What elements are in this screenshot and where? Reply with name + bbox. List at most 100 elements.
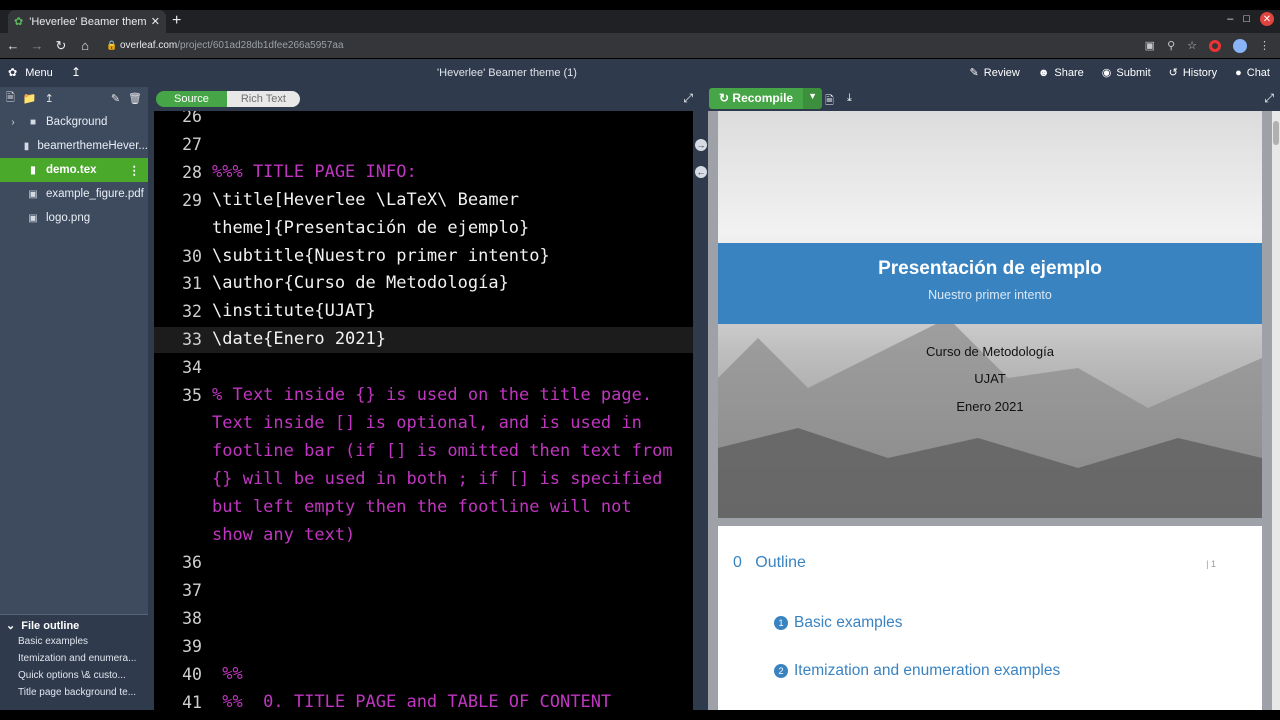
restore-icon[interactable]: □	[1243, 13, 1250, 25]
rename-icon[interactable]: ✎	[111, 92, 120, 105]
code-line[interactable]: \title[Heverlee \LaTeX\ Beamer	[212, 190, 519, 210]
file-label: logo.png	[46, 212, 91, 224]
new-file-icon[interactable]: 🗎	[6, 89, 15, 108]
browser-tab[interactable]: ✿ 'Heverlee' Beamer theme ✕	[8, 10, 166, 33]
new-tab-button[interactable]: +	[172, 12, 181, 30]
file-label: beamerthemeHever...	[37, 140, 148, 152]
overleaf-toolbar: ✿ Menu ↥ 'Heverlee' Beamer theme (1) ✎ Re…	[0, 59, 1280, 87]
file-tree-item-logo[interactable]: ▣ logo.png	[0, 206, 148, 230]
close-tab-icon[interactable]: ✕	[151, 15, 160, 28]
code-line[interactable]: %% 0. TITLE PAGE and TABLE OF CONTENT	[212, 692, 611, 710]
title-banner: Presentación de ejemplo Nuestro primer i…	[718, 243, 1262, 324]
code-line[interactable]: %%% TITLE PAGE INFO:	[212, 162, 417, 182]
line-number: 37	[182, 581, 202, 601]
bookmark-star-icon[interactable]: ☆	[1187, 39, 1197, 52]
overleaf-favicon-icon: ✿	[14, 16, 24, 28]
folder-icon: ■	[29, 116, 37, 128]
expand-pdf-icon[interactable]: ⤢	[1264, 91, 1274, 106]
chat-label: Chat	[1246, 66, 1270, 79]
recompile-options-icon[interactable]: ▼	[803, 88, 823, 109]
chevron-right-icon[interactable]: ›	[6, 117, 20, 128]
item-label: Basic examples	[794, 614, 903, 631]
source-mode-button[interactable]: Source	[156, 91, 227, 107]
code-line[interactable]: show any text)	[212, 525, 355, 545]
slide-author: Curso de Metodología	[926, 344, 1054, 359]
code-line[interactable]: \institute{UJAT}	[212, 301, 376, 321]
file-outline-header[interactable]: ⌄ File outline	[0, 614, 148, 636]
line-number: 30	[182, 246, 202, 266]
slide-date: Enero 2021	[956, 399, 1024, 414]
pdf-toolbar: ↻ Recompile ▼ 🗎 ⤓ ⤢	[705, 87, 1280, 111]
chat-icon: ●	[1235, 66, 1242, 79]
file-tree-item-example-figure[interactable]: ▣ example_figure.pdf	[0, 182, 148, 206]
url-field[interactable]: 🔒 overleaf.com/project/601ad28db1dfee266…	[106, 40, 1145, 51]
upload-icon[interactable]: ↥	[45, 92, 54, 105]
globe-icon: ◉	[1101, 67, 1112, 79]
review-button[interactable]: ✎ Review	[970, 66, 1020, 80]
chat-button[interactable]: ● Chat	[1235, 66, 1270, 79]
image-icon: ▣	[28, 212, 38, 224]
pane-splitter[interactable]: → ←	[693, 111, 708, 710]
zoom-icon[interactable]: ⚲	[1167, 39, 1175, 52]
file-tree-panel: 🗎 📁 ↥ ✎ 🗑 › ■ Background ▮ beamerthemeHever…	[0, 87, 148, 710]
line-number: 38	[182, 609, 202, 629]
forward-icon[interactable]: →	[26, 38, 48, 53]
file-label: Background	[46, 116, 108, 128]
home-icon[interactable]: ⌂	[74, 38, 96, 53]
arrow-right-icon[interactable]: →	[695, 139, 707, 151]
code-line[interactable]: Text inside [] is optional, and is used …	[212, 413, 642, 433]
file-label: example_figure.pdf	[46, 188, 144, 200]
window-close-icon[interactable]: ✕	[1260, 12, 1274, 26]
page-number-value: 1	[1210, 559, 1216, 569]
share-button[interactable]: ☻ Share	[1038, 66, 1084, 79]
delete-icon[interactable]: 🗑	[128, 92, 142, 105]
recompile-label: Recompile	[732, 91, 794, 105]
file-menu-icon[interactable]: ⋮	[129, 163, 141, 177]
code-line[interactable]: \author{Curso de Metodología}	[212, 273, 509, 293]
history-button[interactable]: ↺ History	[1169, 66, 1217, 80]
browser-tab-bar: ✿ 'Heverlee' Beamer theme ✕ + – □ ✕	[0, 10, 1280, 33]
pdf-preview[interactable]: Presentación de ejemplo Nuestro primer i…	[708, 111, 1272, 710]
more-icon[interactable]: ⋮	[1259, 39, 1270, 52]
code-line[interactable]: % Text inside {} is used on the title pa…	[212, 385, 652, 405]
slide-institute: UJAT	[974, 371, 1006, 386]
code-line[interactable]: footline bar (if [] is omitted then text…	[212, 441, 673, 461]
file-tree-item-background[interactable]: › ■ Background	[0, 110, 148, 134]
item-number: 1	[774, 616, 788, 630]
project-title: 'Heverlee' Beamer theme (1)	[437, 67, 577, 79]
recompile-button[interactable]: ↻ Recompile ▼	[709, 88, 823, 109]
log-file-icon[interactable]: 🗎	[825, 92, 834, 111]
download-pdf-icon[interactable]: ⤓	[847, 92, 852, 105]
outline-slide: 0 Outline | 1 1 Basic examples 2 Itemizati…	[718, 526, 1262, 710]
expand-editor-icon[interactable]: ⤢	[683, 91, 693, 106]
back-icon[interactable]: ←	[2, 38, 24, 53]
reload-icon[interactable]: ↻	[50, 38, 72, 54]
rich-text-mode-button[interactable]: Rich Text	[226, 91, 300, 107]
code-line[interactable]: \subtitle{Nuestro primer intento}	[212, 246, 550, 266]
file-label: demo.tex	[46, 164, 97, 176]
outline-item[interactable]: Itemization and enumera...	[0, 653, 148, 670]
opera-extension-icon[interactable]	[1209, 39, 1221, 52]
outline-item[interactable]: Quick options \& custo...	[0, 670, 148, 687]
outline-item[interactable]: Basic examples	[0, 636, 148, 653]
code-line[interactable]: \date{Enero 2021}	[212, 329, 386, 349]
code-line[interactable]: but left empty then the footline will no…	[212, 497, 632, 517]
minimize-icon[interactable]: –	[1227, 13, 1233, 25]
code-line[interactable]: {} will be used in both ; if [] is speci…	[212, 469, 662, 489]
new-folder-icon[interactable]: 📁	[23, 92, 37, 105]
outline-item[interactable]: Title page background te...	[0, 687, 148, 704]
review-label: Review	[983, 66, 1020, 79]
line-number: 32	[182, 302, 202, 322]
submit-button[interactable]: ◉ Submit	[1101, 66, 1151, 80]
file-tree-item-demo[interactable]: ▮ demo.tex ⋮	[0, 158, 148, 182]
translate-icon[interactable]: ▣	[1145, 39, 1155, 52]
code-line[interactable]: theme]{Presentación de ejemplo}	[212, 218, 529, 238]
file-tree-item-beamertheme[interactable]: ▮ beamerthemeHever...	[0, 134, 148, 158]
arrow-left-icon[interactable]: ←	[695, 166, 707, 178]
scrollbar-thumb[interactable]	[1273, 121, 1279, 145]
code-editor[interactable]: 26 27 28 %%% TITLE PAGE INFO: 29 \title[Hever…	[154, 111, 693, 710]
profile-avatar[interactable]	[1233, 38, 1247, 53]
window-controls: – □ ✕	[1227, 12, 1274, 26]
pdf-scrollbar[interactable]	[1272, 111, 1280, 710]
code-line[interactable]: %%	[212, 664, 242, 684]
